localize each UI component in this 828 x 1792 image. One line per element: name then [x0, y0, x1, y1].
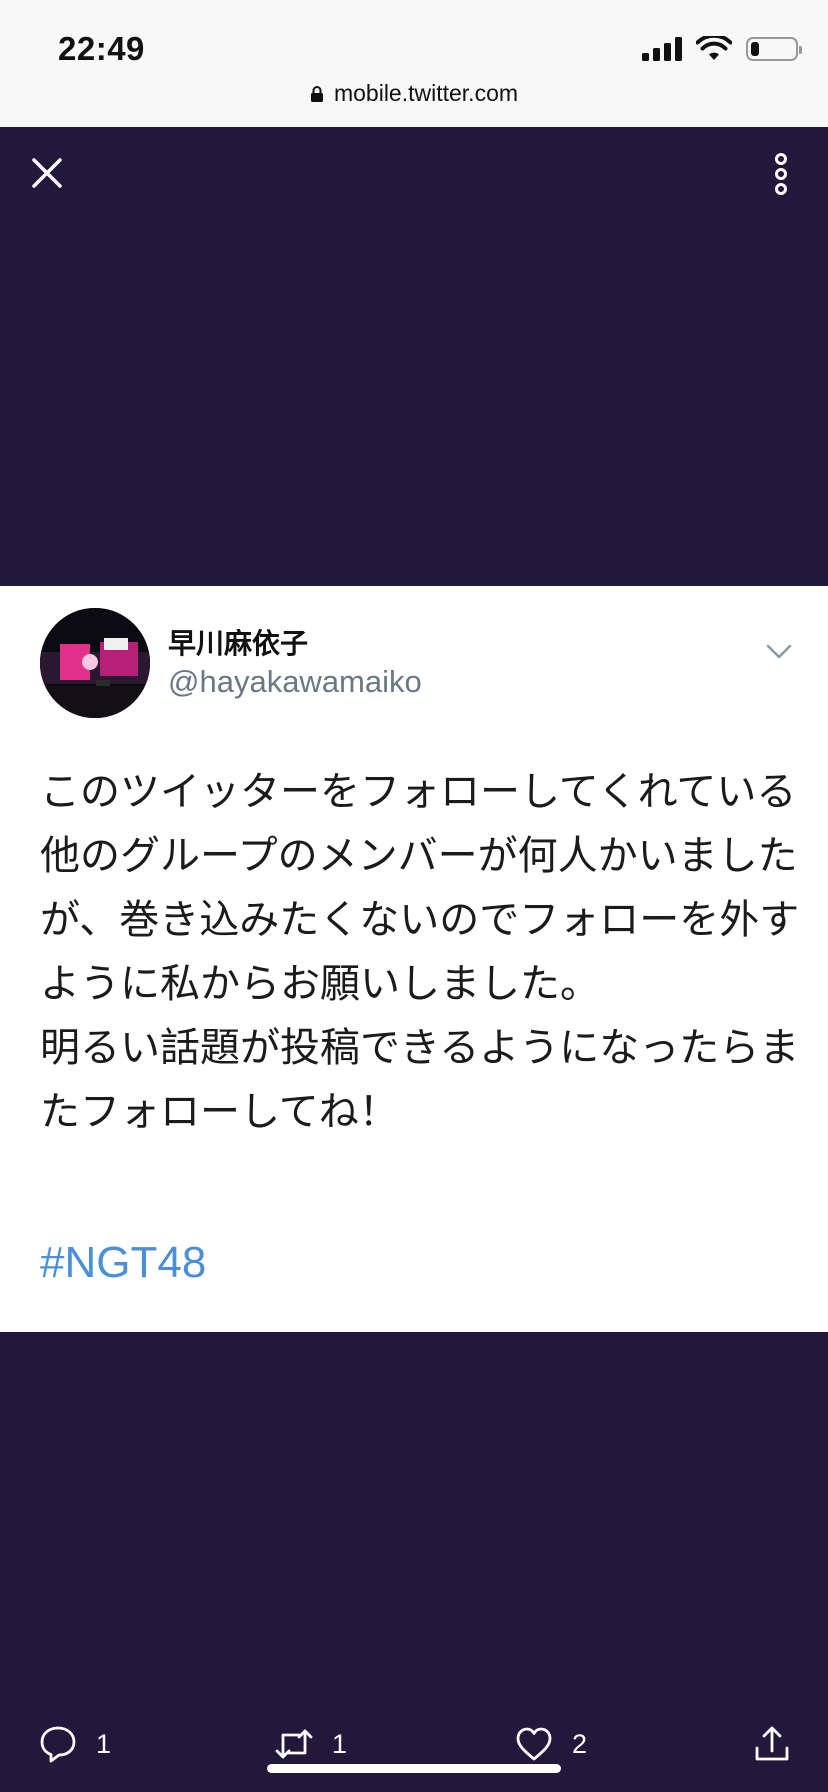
home-indicator[interactable] [267, 1764, 561, 1773]
status-bar: 22:49 mobile.twitter.com [0, 0, 828, 127]
user-handle[interactable]: @hayakawamaiko [168, 664, 422, 700]
avatar[interactable] [40, 608, 150, 718]
like-icon [516, 1727, 552, 1761]
retweet-button[interactable]: 1 [274, 1724, 347, 1764]
battery-level [751, 42, 760, 56]
reply-icon [40, 1726, 76, 1763]
status-icons [642, 36, 802, 62]
reply-count: 1 [96, 1728, 112, 1759]
status-time: 22:49 [58, 30, 145, 67]
wifi-icon [696, 36, 732, 60]
signal-icon [642, 37, 682, 61]
tweet-text: このツイッターをフォローしてくれている他のグループのメンバーが何人かいましたが、… [40, 769, 800, 1135]
avatar-image [40, 608, 150, 718]
hashtag-link[interactable]: #NGT48 [40, 1238, 206, 1288]
url-text: mobile.twitter.com [333, 80, 519, 106]
share-icon [755, 1726, 789, 1761]
close-icon[interactable] [26, 152, 68, 194]
lock-icon [310, 85, 323, 102]
share-button[interactable] [752, 1724, 792, 1764]
retweet-count: 1 [332, 1728, 348, 1759]
retweet-icon [275, 1729, 313, 1759]
tweet-card: 早川麻依子 @hayakawamaiko このツイッターをフォローしてくれている… [0, 586, 828, 1332]
more-vertical-icon[interactable] [764, 150, 798, 198]
address-bar[interactable]: mobile.twitter.com [0, 80, 828, 107]
battery-icon [746, 37, 802, 61]
chevron-down-icon[interactable] [762, 636, 796, 666]
like-count: 2 [572, 1728, 588, 1759]
reply-button[interactable]: 1 [38, 1724, 111, 1764]
like-button[interactable]: 2 [514, 1724, 587, 1764]
display-name[interactable]: 早川麻依子 [168, 622, 308, 662]
